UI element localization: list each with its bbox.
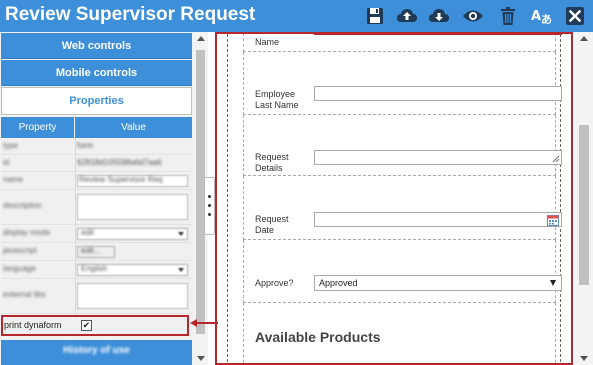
employee-name-input[interactable] — [314, 34, 562, 35]
property-row: id 62818d105598a6d7aa6 — [1, 156, 192, 172]
print-dynaform-row: print dynaform ✔ — [1, 315, 189, 336]
field-label-text: Employee — [255, 89, 296, 99]
property-label: external libs — [3, 290, 46, 299]
left-panel: Web controls Mobile controls Properties … — [0, 32, 208, 365]
request-date-label: Request Date — [255, 214, 289, 236]
column-divider — [75, 139, 76, 314]
annotation-arrow-icon — [190, 319, 218, 327]
field-label-text: Details — [255, 163, 283, 173]
trash-icon[interactable] — [495, 4, 521, 28]
property-row: language English — [1, 262, 192, 279]
translate-icon[interactable]: Aあ — [528, 4, 554, 28]
form-cell[interactable]: Name — [243, 34, 562, 52]
scroll-up-icon[interactable] — [197, 36, 205, 41]
resize-grip-icon[interactable] — [552, 155, 560, 163]
svg-text:A: A — [531, 9, 541, 24]
request-details-textarea[interactable] — [314, 150, 562, 165]
approve-label: Approve? — [255, 278, 294, 289]
scroll-up-icon[interactable] — [580, 36, 588, 41]
upload-icon[interactable] — [394, 4, 420, 28]
description-field[interactable] — [77, 194, 188, 220]
field-label-text: Last Name — [255, 100, 299, 110]
form-cell[interactable]: Employee Last Name — [243, 52, 562, 115]
approve-dropdown[interactable]: Approved — [314, 275, 562, 291]
form-grid: Name Employee Last Name Request Details — [227, 34, 562, 363]
property-row: external libs — [1, 280, 192, 314]
property-label: description — [3, 201, 42, 210]
history-of-use-label: History of use — [63, 345, 130, 356]
property-value: edit... — [81, 246, 101, 255]
property-row: type form — [1, 139, 192, 155]
property-row: name Review Supervisor Req — [1, 173, 192, 190]
property-value: English — [81, 264, 108, 273]
property-column-header: Property — [1, 117, 74, 138]
svg-text:あ: あ — [541, 13, 552, 25]
window-title: Review Supervisor Request — [5, 4, 256, 25]
employee-last-name-label: Employee Last Name — [255, 89, 299, 111]
calendar-icon[interactable] — [547, 214, 559, 226]
title-bar: Review Supervisor Request Aあ — [0, 0, 593, 32]
available-products-title: Available Products — [255, 329, 381, 345]
property-row: display mode edit — [1, 226, 192, 243]
chevron-down-icon — [550, 280, 556, 286]
form-cell[interactable]: Available Products — [243, 303, 556, 363]
accordion-web-controls[interactable]: Web controls — [1, 33, 192, 59]
property-value: form — [77, 141, 93, 150]
property-row: javascript edit... — [1, 244, 192, 261]
form-cell[interactable]: Request Date — [243, 176, 562, 240]
value-column-header: Value — [75, 117, 192, 138]
property-value: edit — [81, 228, 94, 237]
form-cell[interactable]: Approve? Approved — [243, 240, 562, 303]
download-icon[interactable] — [426, 4, 452, 28]
save-icon[interactable] — [362, 4, 388, 28]
scroll-thumb[interactable] — [579, 125, 589, 285]
property-label: id — [3, 158, 10, 167]
accordion-properties[interactable]: Properties — [1, 87, 192, 115]
property-value: Review Supervisor Req — [79, 175, 163, 184]
print-dynaform-label: print dynaform — [4, 320, 62, 330]
canvas-scrollbar[interactable] — [575, 32, 593, 365]
external-libs-field[interactable] — [77, 283, 188, 309]
scroll-down-icon[interactable] — [197, 356, 205, 361]
property-row: description — [1, 191, 192, 225]
property-value: 62818d105598a6d7aa6 — [77, 158, 162, 167]
history-of-use-button[interactable]: History of use — [1, 340, 192, 365]
form-cell[interactable]: Request Details — [243, 115, 562, 176]
field-label-text: Approve? — [255, 278, 294, 288]
request-date-input[interactable] — [314, 212, 562, 227]
request-details-label: Request Details — [255, 152, 289, 174]
employee-last-name-input[interactable] — [314, 86, 562, 101]
property-label: type — [3, 141, 19, 150]
print-dynaform-checkbox[interactable]: ✔ — [81, 320, 92, 331]
panel-splitter-handle[interactable] — [204, 177, 215, 235]
property-label: language — [3, 264, 36, 273]
property-label: javascript — [3, 246, 37, 255]
accordion-mobile-controls[interactable]: Mobile controls — [1, 60, 192, 86]
close-icon[interactable] — [562, 4, 588, 28]
field-label-text: Request — [255, 214, 289, 224]
form-design-canvas: Name Employee Last Name Request Details — [215, 32, 573, 365]
field-label-text: Name — [255, 37, 280, 47]
eye-icon[interactable] — [460, 4, 486, 28]
property-label: display mode — [3, 228, 51, 237]
approve-selected-value: Approved — [319, 278, 358, 288]
property-label: name — [3, 175, 24, 184]
employee-name-label: Name — [255, 37, 279, 48]
scroll-down-icon[interactable] — [580, 356, 588, 361]
field-label-text: Date — [255, 225, 275, 235]
field-label-text: Request — [255, 152, 289, 162]
